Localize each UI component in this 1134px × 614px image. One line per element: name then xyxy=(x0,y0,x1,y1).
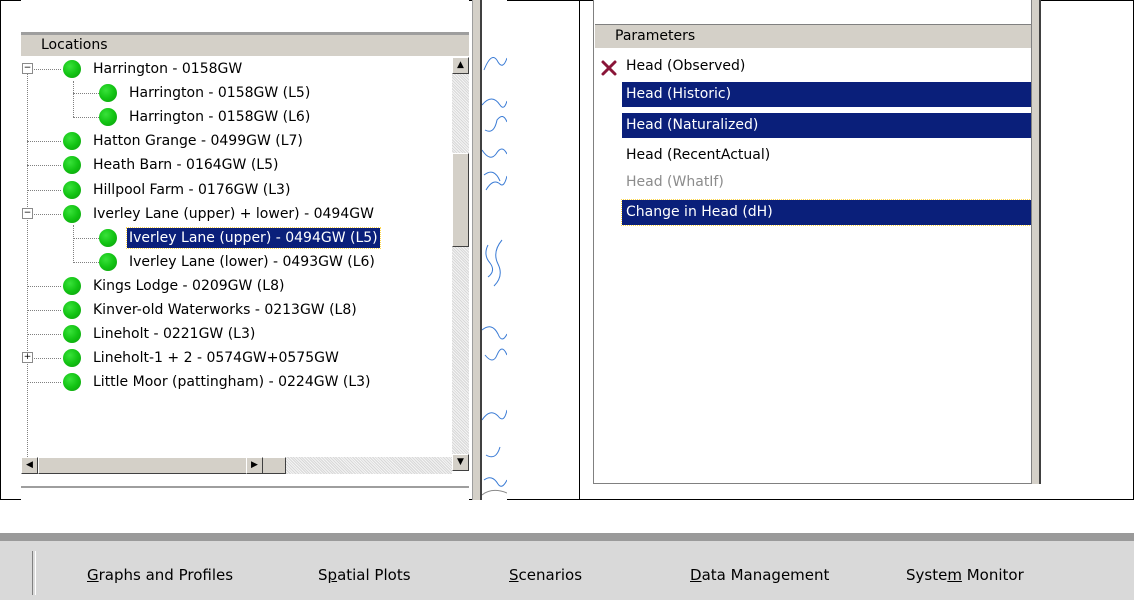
scroll-thumb[interactable] xyxy=(452,153,469,247)
map-preview xyxy=(482,0,507,500)
tree-connector xyxy=(27,141,61,143)
locations-panel: Locations − Harrington - 0158GW Harrington… xyxy=(21,0,469,500)
status-dot-icon xyxy=(63,349,81,368)
scroll-up-button[interactable]: ▲ xyxy=(452,57,469,74)
location-item-label: Hatton Grange - 0499GW (L7) xyxy=(93,133,303,150)
param-item-change-in-head[interactable]: Change in Head (dH) xyxy=(621,199,1032,226)
param-item-head-recentactual[interactable]: Head (RecentActual) xyxy=(622,143,1031,168)
location-item[interactable]: Hatton Grange - 0499GW (L7) xyxy=(21,130,452,154)
status-dot-icon xyxy=(63,276,81,295)
location-item[interactable]: Harrington - 0158GW (L5) xyxy=(21,82,452,106)
tree-connector xyxy=(27,382,61,384)
location-item[interactable]: Kinver-old Waterworks - 0213GW (L8) xyxy=(21,299,452,323)
status-dot-icon xyxy=(63,325,81,344)
location-item[interactable]: + Lineholt-1 + 2 - 0574GW+0575GW xyxy=(21,347,452,371)
status-dot-icon xyxy=(63,156,81,175)
panel-divider xyxy=(21,486,469,488)
locations-header-label: Locations xyxy=(41,37,108,53)
location-item-label: Hillpool Farm - 0176GW (L3) xyxy=(93,181,291,198)
location-item[interactable]: Iverley Lane (lower) - 0493GW (L6) xyxy=(21,251,452,275)
location-item-label: Iverley Lane (lower) - 0493GW (L6) xyxy=(129,253,375,270)
parameters-header-label: Parameters xyxy=(615,28,696,44)
param-item-head-historic[interactable]: Head (Historic) xyxy=(622,82,1031,107)
location-item-label: Lineholt - 0221GW (L3) xyxy=(93,326,256,343)
vertical-scrollbar[interactable]: ▲ ▼ xyxy=(452,57,469,471)
location-item-label: Iverley Lane (upper) - 0494GW (L5) xyxy=(126,226,381,249)
status-dot-icon xyxy=(63,301,81,319)
toolbar-separator xyxy=(32,551,36,595)
parameters-header: Parameters xyxy=(595,24,1032,48)
status-dot-icon xyxy=(63,180,81,199)
locations-header: Locations xyxy=(21,35,469,57)
location-item-label: Harrington - 0158GW (L5) xyxy=(129,85,311,102)
tree-connector xyxy=(27,310,61,311)
status-dot-icon xyxy=(99,252,117,271)
tab-scenarios[interactable]: Scenarios xyxy=(509,566,582,584)
param-item-label: Head (Observed) xyxy=(626,58,746,74)
location-item[interactable]: Heath Barn - 0164GW (L5) xyxy=(21,154,452,178)
location-item-label: Harrington - 0158GW xyxy=(93,61,243,77)
location-item[interactable]: Iverley Lane (upper) - 0494GW (L5) xyxy=(21,226,452,251)
location-item-label: Little Moor (pattingham) - 0224GW (L3) xyxy=(93,374,371,391)
location-item-label: Lineholt-1 + 2 - 0574GW+0575GW xyxy=(93,350,339,367)
x-mark-icon xyxy=(601,60,617,76)
tree-connector xyxy=(27,285,61,287)
status-dot-icon xyxy=(63,132,81,151)
location-item[interactable]: Harrington - 0158GW (L6) xyxy=(21,106,452,130)
param-item-label: Head (RecentActual) xyxy=(626,147,771,163)
param-item-head-whatif[interactable]: Head (WhatIf) xyxy=(622,170,1031,195)
collapse-icon[interactable]: − xyxy=(22,207,33,219)
status-dot-icon xyxy=(99,108,117,127)
location-item[interactable]: Lineholt - 0221GW (L3) xyxy=(21,323,452,347)
main-toolbar: Graphs and Profiles Spatial Plots Scenar… xyxy=(0,533,1134,600)
status-dot-icon xyxy=(99,228,117,247)
collapse-icon[interactable]: − xyxy=(22,63,33,74)
param-item-head-naturalized[interactable]: Head (Naturalized) xyxy=(622,113,1031,138)
location-item-label: Kinver-old Waterworks - 0213GW (L8) xyxy=(93,302,357,318)
scroll-right-button[interactable]: ▶ xyxy=(246,457,263,474)
tree-connector xyxy=(27,189,61,191)
status-dot-icon xyxy=(63,60,81,78)
location-item[interactable]: Kings Lodge - 0209GW (L8) xyxy=(21,275,452,299)
status-dot-icon xyxy=(63,204,81,223)
location-item[interactable]: Little Moor (pattingham) - 0224GW (L3) xyxy=(21,371,452,395)
horizontal-scrollbar[interactable]: ◀ ▶ xyxy=(21,457,452,474)
tab-data-management[interactable]: Data Management xyxy=(690,566,829,584)
location-item[interactable]: Hillpool Farm - 0176GW (L3) xyxy=(21,179,452,203)
location-item-label: Harrington - 0158GW (L6) xyxy=(129,109,311,126)
location-item-label: Heath Barn - 0164GW (L5) xyxy=(93,157,279,174)
expand-icon[interactable]: + xyxy=(22,352,33,364)
locations-tree[interactable]: − Harrington - 0158GW Harrington - 0158GW … xyxy=(21,57,469,471)
location-item-label: Iverley Lane (upper) + lower) - 0494GW xyxy=(93,205,374,222)
param-item-head-observed[interactable]: Head (Observed) xyxy=(622,54,1031,79)
location-item[interactable]: − Harrington - 0158GW xyxy=(21,58,452,82)
panel-splitter[interactable] xyxy=(1031,0,1041,484)
param-item-label: Head (WhatIf) xyxy=(626,174,724,190)
location-item[interactable]: − Iverley Lane (upper) + lower) - 0494GW xyxy=(21,203,452,227)
status-dot-icon xyxy=(63,373,81,392)
map-outline-icon xyxy=(482,57,507,496)
tab-graphs-and-profiles[interactable]: Graphs and Profiles xyxy=(87,566,233,584)
status-dot-icon xyxy=(99,84,117,103)
param-item-label: Head (Historic) xyxy=(626,86,732,102)
parameters-panel: Parameters Head (Observed) Head (Histori… xyxy=(593,0,1032,484)
panel-splitter[interactable] xyxy=(472,0,482,500)
tree-connector xyxy=(27,165,61,167)
param-item-label: Head (Naturalized) xyxy=(626,117,759,133)
tree-connector xyxy=(27,334,61,336)
param-item-label: Change in Head (dH) xyxy=(626,204,773,220)
scroll-down-button[interactable]: ▼ xyxy=(452,454,469,471)
tab-spatial-plots[interactable]: Spatial Plots xyxy=(318,566,411,584)
scroll-left-button[interactable]: ◀ xyxy=(21,457,38,474)
location-item-label: Kings Lodge - 0209GW (L8) xyxy=(93,277,285,294)
tab-system-monitor[interactable]: System Monitor xyxy=(906,566,1024,584)
